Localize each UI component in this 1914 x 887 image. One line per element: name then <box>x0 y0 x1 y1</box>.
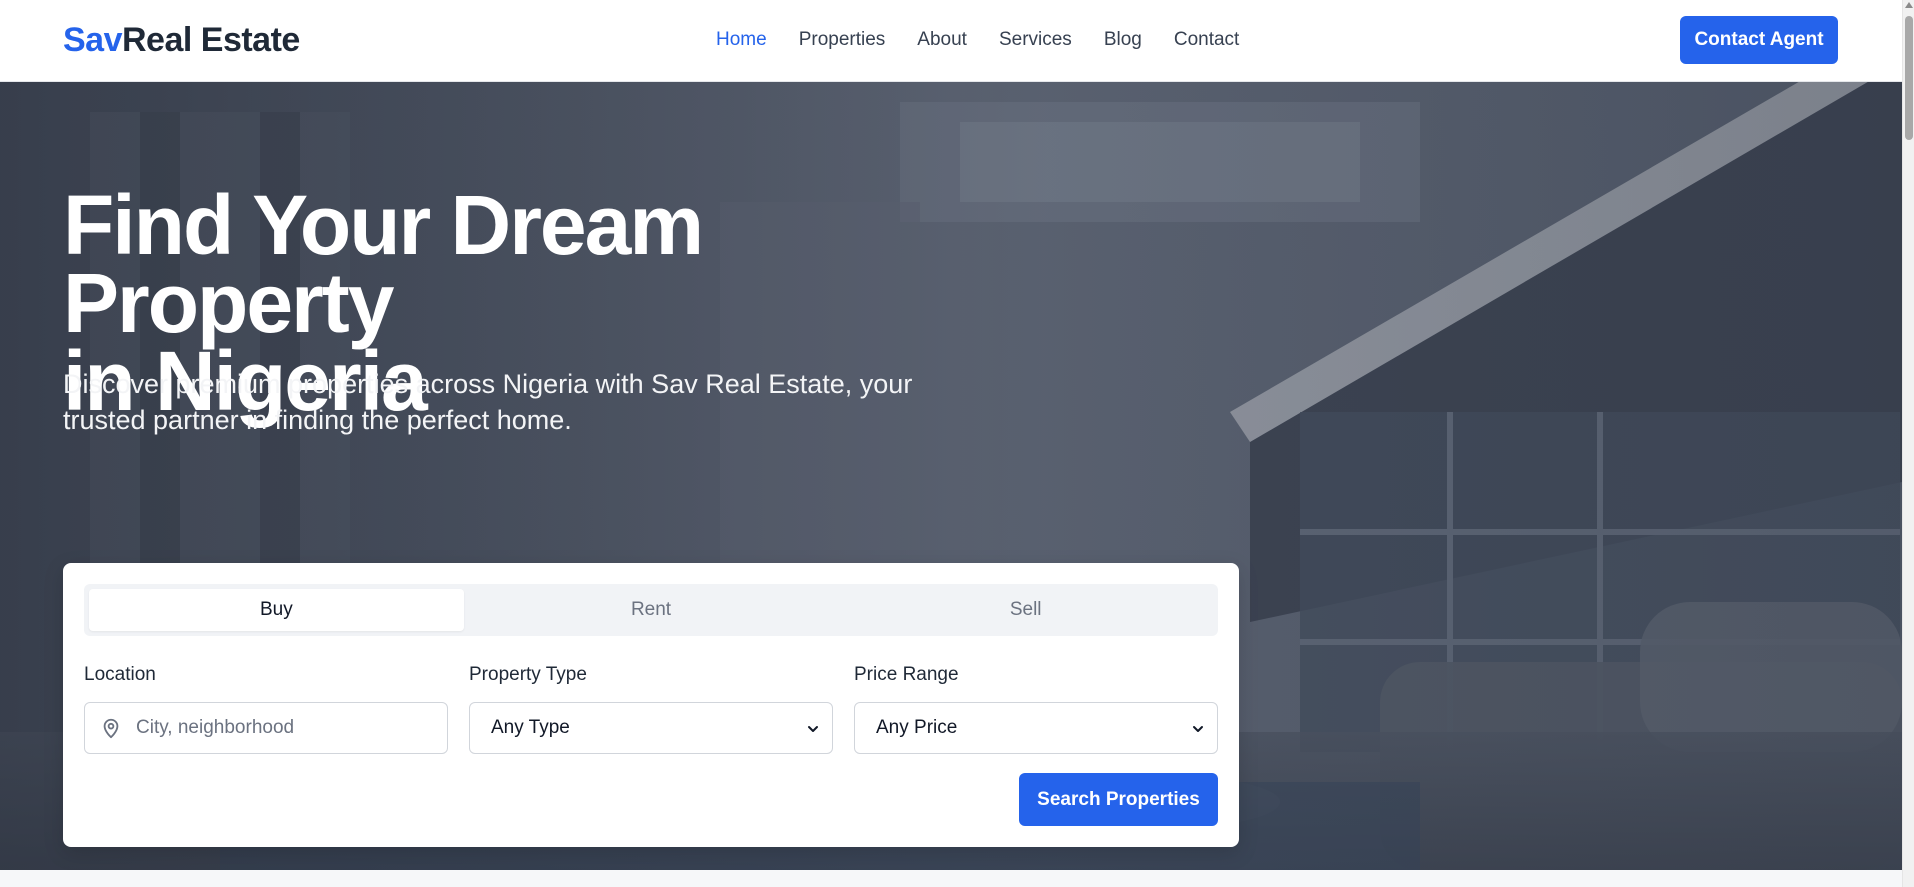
price-range-value: Any Price <box>876 717 958 738</box>
property-type-select[interactable]: Any Type <box>469 702 833 754</box>
hero-title-line-1: Find Your Dream Property <box>63 178 704 350</box>
search-properties-button[interactable]: Search Properties <box>1019 773 1218 826</box>
property-search-card: Buy Rent Sell Location Property Type Any… <box>63 563 1239 847</box>
nav-contact[interactable]: Contact <box>1174 28 1239 52</box>
nav-blog[interactable]: Blog <box>1104 28 1142 52</box>
chevron-down-icon <box>1193 726 1203 732</box>
listing-type-tabs: Buy Rent Sell <box>84 584 1218 636</box>
scroll-up-arrow-icon[interactable] <box>1905 2 1913 8</box>
property-type-value: Any Type <box>491 717 570 738</box>
page-scrollbar[interactable] <box>1902 0 1914 887</box>
location-label: Location <box>84 664 156 685</box>
price-range-label: Price Range <box>854 664 959 685</box>
property-type-label: Property Type <box>469 664 587 685</box>
tab-buy[interactable]: Buy <box>89 589 464 631</box>
nav-services[interactable]: Services <box>999 28 1072 52</box>
price-range-field-group: Price Range Any Price <box>854 663 1218 754</box>
nav-home[interactable]: Home <box>716 28 767 52</box>
next-section-edge <box>0 870 1902 887</box>
site-header: SavReal Estate Home Properties About Ser… <box>0 0 1902 82</box>
tab-rent[interactable]: Rent <box>464 589 839 631</box>
main-nav: Home Properties About Services Blog Cont… <box>716 28 1239 52</box>
logo-text: Real Estate <box>122 21 300 59</box>
chevron-down-icon <box>808 726 818 732</box>
property-type-field-group: Property Type Any Type <box>469 663 833 754</box>
location-input[interactable] <box>136 717 416 739</box>
logo-accent: Sav <box>63 21 123 59</box>
tab-sell[interactable]: Sell <box>838 589 1213 631</box>
nav-properties[interactable]: Properties <box>799 28 886 52</box>
scrollbar-thumb[interactable] <box>1905 16 1913 140</box>
contact-agent-button[interactable]: Contact Agent <box>1680 16 1838 64</box>
site-logo[interactable]: SavReal Estate <box>63 20 300 60</box>
location-field-group: Location <box>84 663 448 754</box>
location-field <box>84 702 448 754</box>
price-range-select[interactable]: Any Price <box>854 702 1218 754</box>
map-pin-icon <box>103 718 119 739</box>
nav-about[interactable]: About <box>917 28 967 52</box>
hero-subtitle: Discover premium properties across Niger… <box>63 369 913 435</box>
hero-section: Find Your Dream Property in Nigeria Disc… <box>0 82 1902 870</box>
